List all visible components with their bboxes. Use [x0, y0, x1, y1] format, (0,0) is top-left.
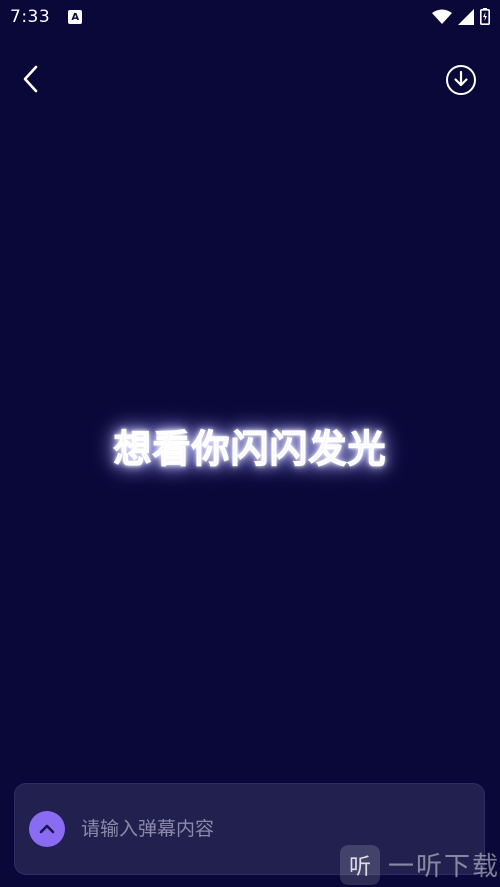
status-bar: 7:33 A — [0, 0, 500, 34]
chevron-up-icon — [39, 824, 55, 834]
a-icon: A — [68, 10, 83, 24]
watermark: 听 一听下载 — [340, 842, 500, 887]
signal-icon — [458, 8, 474, 25]
chevron-left-icon — [23, 65, 38, 93]
status-time: 7:33 — [10, 7, 51, 27]
barrage-text-input[interactable] — [81, 818, 441, 840]
expand-options-button[interactable] — [29, 811, 65, 847]
wifi-icon — [432, 9, 452, 24]
back-button[interactable] — [14, 62, 48, 96]
status-icons — [432, 8, 490, 25]
watermark-logo: 听 — [340, 844, 380, 885]
battery-icon — [480, 8, 490, 25]
download-button[interactable] — [444, 63, 478, 97]
barrage-display-text: 想看你闪闪发光 — [113, 427, 387, 472]
download-circle-icon — [446, 65, 476, 95]
watermark-text: 一听下载 — [388, 852, 500, 882]
